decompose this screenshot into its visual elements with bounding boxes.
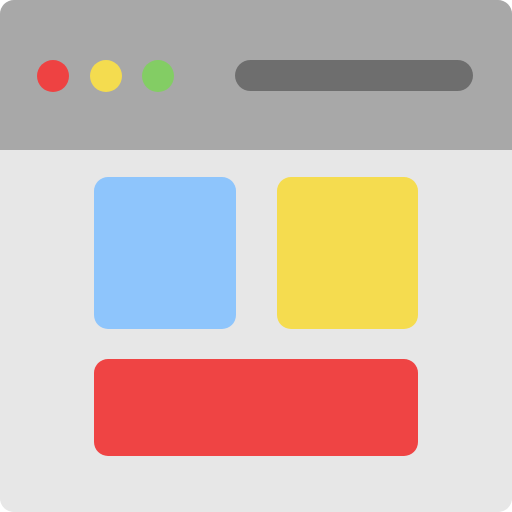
close-dot-icon[interactable] (37, 60, 69, 92)
content-area (0, 150, 512, 512)
address-bar[interactable] (235, 60, 473, 91)
minimize-dot-icon[interactable] (90, 60, 122, 92)
yellow-tile (277, 177, 418, 329)
blue-tile (94, 177, 236, 329)
title-bar (0, 0, 512, 150)
browser-window-icon (0, 0, 512, 512)
maximize-dot-icon[interactable] (142, 60, 174, 92)
red-banner (94, 359, 418, 456)
